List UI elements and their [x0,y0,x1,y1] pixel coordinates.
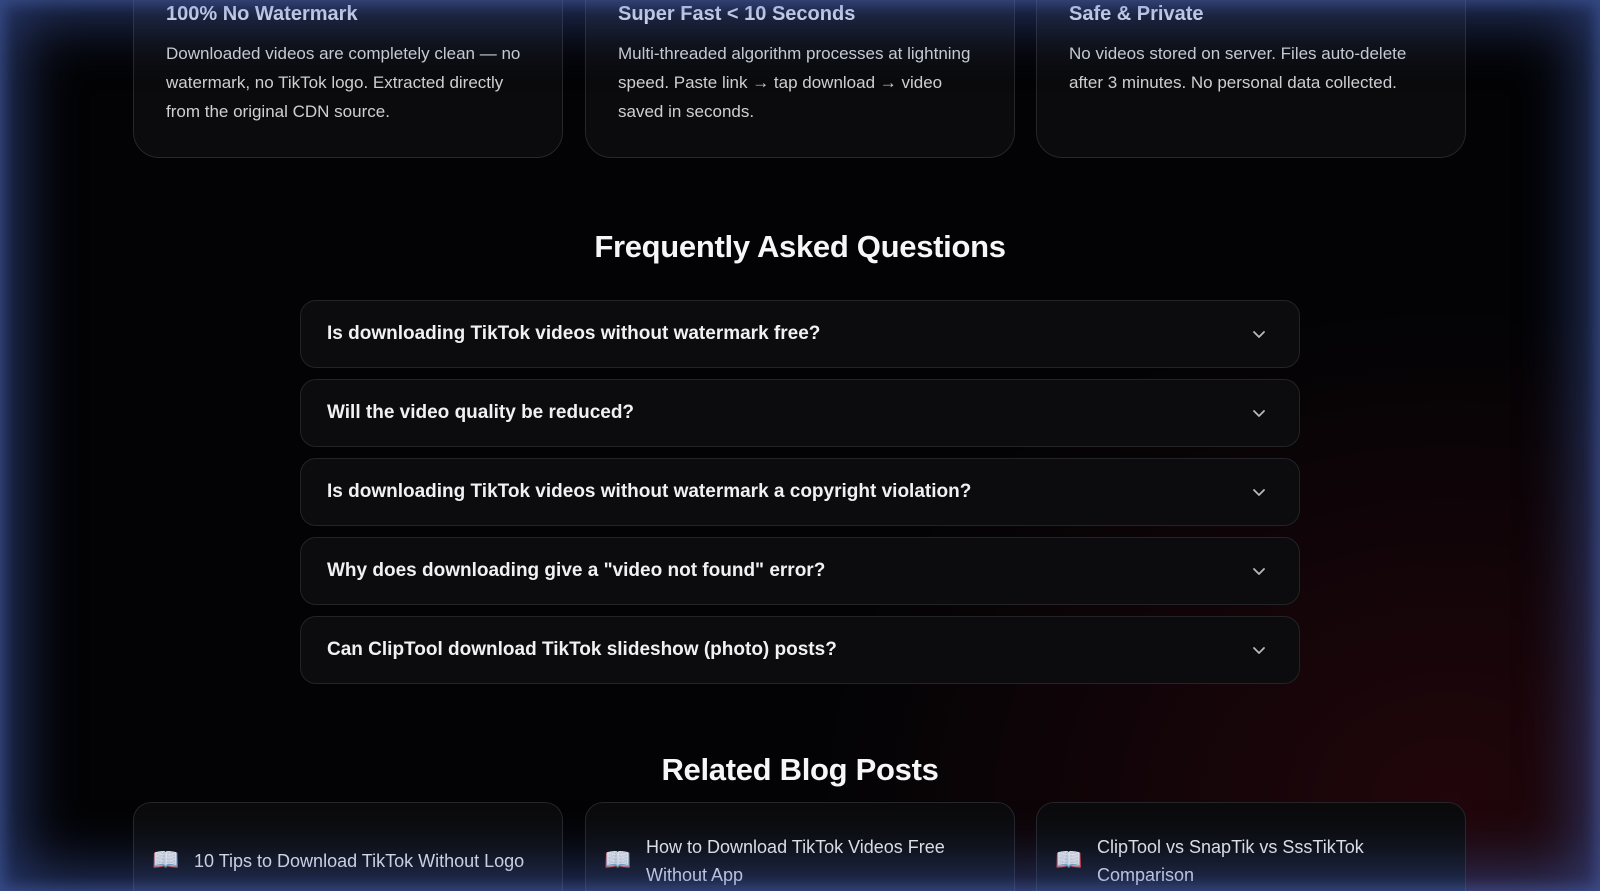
feature-description: Multi-threaded algorithm processes at li… [618,44,971,121]
feature-description: No videos stored on server. Files auto-d… [1069,44,1407,92]
feature-title: 100% No Watermark [166,3,358,25]
feature-card-safe-private: Safe & Private No videos stored on serve… [1036,0,1466,158]
blog-post-title: How to Download TikTok Videos Free Witho… [646,837,945,885]
chevron-down-icon [1253,331,1265,338]
chevron-down-icon [1253,568,1265,575]
faq-question: Can ClipTool download TikTok slideshow (… [327,639,837,660]
book-icon: 📖 [604,847,632,872]
faq-question: Will the video quality be reduced? [327,402,635,423]
blog-post-card[interactable]: 📖 ClipTool vs SnapTik vs SssTikTok Compa… [1036,802,1466,891]
faq-item-slideshow[interactable]: Can ClipTool download TikTok slideshow (… [300,616,1300,684]
faq-item-video-not-found[interactable]: Why does downloading give a "video not f… [300,537,1300,605]
feature-title: Super Fast < 10 Seconds [618,3,856,25]
chevron-down-icon [1253,647,1265,654]
faq-question: Is downloading TikTok videos without wat… [327,481,972,502]
chevron-down-icon [1253,489,1265,496]
faq-question: Is downloading TikTok videos without wat… [327,323,821,344]
blog-post-card[interactable]: 📖 How to Download TikTok Videos Free Wit… [585,802,1015,891]
faq-item-quality[interactable]: Will the video quality be reduced? [300,379,1300,447]
book-icon: 📖 [152,847,180,872]
blog-post-title: ClipTool vs SnapTik vs SssTikTok Compari… [1097,837,1364,885]
book-icon: 📖 [1055,847,1083,872]
feature-description: Downloaded videos are completely clean —… [166,44,521,121]
faq-question: Why does downloading give a "video not f… [327,560,826,581]
page: 100% No Watermark Downloaded videos are … [0,0,1600,891]
blog-heading: Related Blog Posts [661,752,939,787]
feature-card-super-fast: Super Fast < 10 Seconds Multi-threaded a… [585,0,1015,158]
feature-card-no-watermark: 100% No Watermark Downloaded videos are … [133,0,563,158]
faq-heading: Frequently Asked Questions [594,229,1006,264]
faq-item-copyright[interactable]: Is downloading TikTok videos without wat… [300,458,1300,526]
blog-post-card[interactable]: 📖 10 Tips to Download TikTok Without Log… [133,802,563,891]
blog-post-title: 10 Tips to Download TikTok Without Logo [194,851,525,871]
feature-title: Safe & Private [1069,3,1204,25]
faq-item-free[interactable]: Is downloading TikTok videos without wat… [300,300,1300,368]
chevron-down-icon [1253,410,1265,417]
